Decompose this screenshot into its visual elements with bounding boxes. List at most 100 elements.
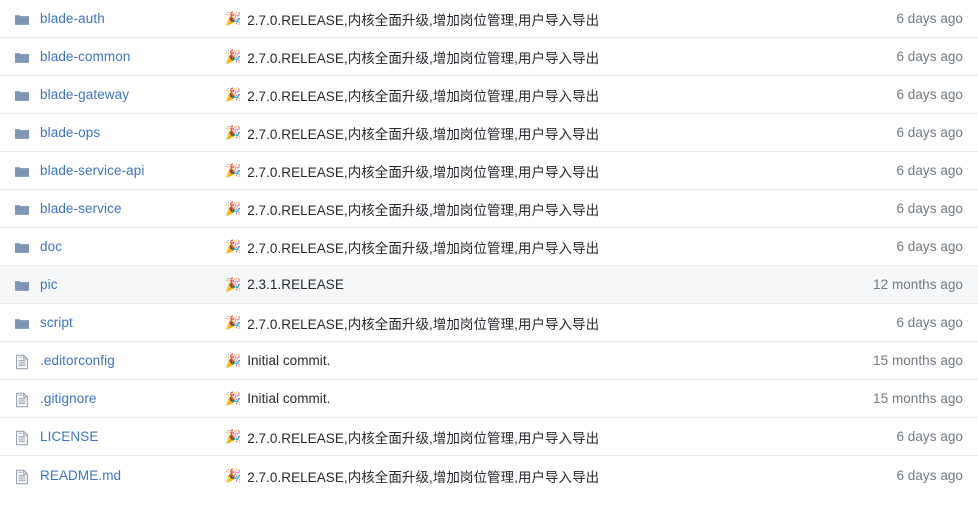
- file-name-link[interactable]: blade-gateway: [40, 87, 129, 102]
- file-name-cell: LICENSE: [0, 429, 225, 445]
- file-name-link[interactable]: .editorconfig: [40, 353, 115, 368]
- file-name-link[interactable]: blade-common: [40, 49, 131, 64]
- file-name-cell: blade-service-api: [0, 163, 225, 179]
- file-icon: [14, 392, 30, 408]
- commit-message-cell: 🎉 Initial commit.: [225, 391, 788, 406]
- file-list-row[interactable]: blade-service 🎉 2.7.0.RELEASE,内核全面升级,增加岗位管…: [0, 190, 978, 228]
- file-name-cell: .editorconfig: [0, 353, 225, 369]
- file-name-cell: script: [0, 315, 225, 331]
- commit-message-text[interactable]: 2.7.0.RELEASE,内核全面升级,增加岗位管理,用户导入导出: [247, 123, 599, 143]
- commit-message-cell: 🎉 2.3.1.RELEASE: [225, 277, 788, 292]
- party-popper-icon: 🎉: [225, 87, 242, 102]
- file-list-row[interactable]: README.md 🎉 2.7.0.RELEASE,内核全面升级,增加岗位管理,用户…: [0, 456, 978, 495]
- folder-icon: [14, 164, 30, 180]
- folder-icon: [14, 12, 30, 28]
- folder-icon: [14, 88, 30, 104]
- commit-message-text[interactable]: 2.7.0.RELEASE,内核全面升级,增加岗位管理,用户导入导出: [247, 237, 599, 257]
- file-list-row[interactable]: blade-ops 🎉 2.7.0.RELEASE,内核全面升级,增加岗位管理,用户…: [0, 114, 978, 152]
- file-list-row[interactable]: blade-gateway 🎉 2.7.0.RELEASE,内核全面升级,增加岗位管…: [0, 76, 978, 114]
- party-popper-icon: 🎉: [225, 468, 242, 483]
- commit-message-text[interactable]: 2.7.0.RELEASE,内核全面升级,增加岗位管理,用户导入导出: [247, 47, 599, 67]
- folder-icon: [14, 126, 30, 142]
- commit-message-text[interactable]: 2.3.1.RELEASE: [247, 277, 344, 292]
- commit-message-cell: 🎉 2.7.0.RELEASE,内核全面升级,增加岗位管理,用户导入导出: [225, 199, 788, 219]
- commit-message-text[interactable]: 2.7.0.RELEASE,内核全面升级,增加岗位管理,用户导入导出: [247, 199, 599, 219]
- party-popper-icon: 🎉: [225, 353, 242, 368]
- party-popper-icon: 🎉: [225, 429, 242, 444]
- file-name-link[interactable]: script: [40, 315, 73, 330]
- party-popper-icon: 🎉: [225, 163, 242, 178]
- file-list-row[interactable]: blade-auth 🎉 2.7.0.RELEASE,内核全面升级,增加岗位管理,用…: [0, 0, 978, 38]
- file-list-row[interactable]: LICENSE 🎉 2.7.0.RELEASE,内核全面升级,增加岗位管理,用户导入…: [0, 418, 978, 456]
- repository-file-list: blade-auth 🎉 2.7.0.RELEASE,内核全面升级,增加岗位管理,用…: [0, 0, 978, 495]
- commit-message-cell: 🎉 2.7.0.RELEASE,内核全面升级,增加岗位管理,用户导入导出: [225, 313, 788, 333]
- file-name-cell: README.md: [0, 468, 225, 484]
- commit-message-cell: 🎉 2.7.0.RELEASE,内核全面升级,增加岗位管理,用户导入导出: [225, 427, 788, 447]
- commit-message-cell: 🎉 2.7.0.RELEASE,内核全面升级,增加岗位管理,用户导入导出: [225, 123, 788, 143]
- commit-message-text[interactable]: Initial commit.: [247, 353, 330, 368]
- file-list-row[interactable]: pic 🎉 2.3.1.RELEASE 12 months ago: [0, 266, 978, 304]
- file-icon: [14, 354, 30, 370]
- commit-time: 6 days ago: [896, 429, 963, 444]
- commit-message-text[interactable]: 2.7.0.RELEASE,内核全面升级,增加岗位管理,用户导入导出: [247, 85, 599, 105]
- commit-message-cell: 🎉 2.7.0.RELEASE,内核全面升级,增加岗位管理,用户导入导出: [225, 237, 788, 257]
- commit-message-text[interactable]: 2.7.0.RELEASE,内核全面升级,增加岗位管理,用户导入导出: [247, 466, 599, 486]
- party-popper-icon: 🎉: [225, 315, 242, 330]
- party-popper-icon: 🎉: [225, 391, 242, 406]
- party-popper-icon: 🎉: [225, 239, 242, 254]
- commit-message-text[interactable]: 2.7.0.RELEASE,内核全面升级,增加岗位管理,用户导入导出: [247, 9, 599, 29]
- commit-message-cell: 🎉 2.7.0.RELEASE,内核全面升级,增加岗位管理,用户导入导出: [225, 9, 788, 29]
- file-icon: [14, 469, 30, 485]
- commit-time: 6 days ago: [896, 87, 963, 102]
- commit-message-text[interactable]: 2.7.0.RELEASE,内核全面升级,增加岗位管理,用户导入导出: [247, 313, 599, 333]
- file-name-link[interactable]: README.md: [40, 468, 121, 483]
- commit-time: 15 months ago: [873, 353, 963, 368]
- party-popper-icon: 🎉: [225, 49, 242, 64]
- file-list-row[interactable]: blade-service-api 🎉 2.7.0.RELEASE,内核全面升级,增…: [0, 152, 978, 190]
- file-name-cell: doc: [0, 239, 225, 255]
- file-name-cell: pic: [0, 277, 225, 293]
- commit-message-text[interactable]: 2.7.0.RELEASE,内核全面升级,增加岗位管理,用户导入导出: [247, 427, 599, 447]
- file-list-row[interactable]: .gitignore 🎉 Initial commit. 15 months ago: [0, 380, 978, 418]
- file-name-link[interactable]: doc: [40, 239, 62, 254]
- file-list-row[interactable]: doc 🎉 2.7.0.RELEASE,内核全面升级,增加岗位管理,用户导入导出 6 …: [0, 228, 978, 266]
- commit-message-cell: 🎉 Initial commit.: [225, 353, 788, 368]
- folder-icon: [14, 240, 30, 256]
- file-name-cell: blade-gateway: [0, 87, 225, 103]
- file-list-row[interactable]: blade-common 🎉 2.7.0.RELEASE,内核全面升级,增加岗位管理…: [0, 38, 978, 76]
- folder-icon: [14, 50, 30, 66]
- file-name-link[interactable]: pic: [40, 277, 58, 292]
- commit-time: 6 days ago: [896, 125, 963, 140]
- commit-message-cell: 🎉 2.7.0.RELEASE,内核全面升级,增加岗位管理,用户导入导出: [225, 466, 788, 486]
- commit-time: 12 months ago: [873, 277, 963, 292]
- file-icon: [14, 430, 30, 446]
- party-popper-icon: 🎉: [225, 11, 242, 26]
- folder-icon: [14, 316, 30, 332]
- folder-icon: [14, 278, 30, 294]
- commit-time: 6 days ago: [896, 11, 963, 26]
- file-list-row[interactable]: .editorconfig 🎉 Initial commit. 15 months a…: [0, 342, 978, 380]
- commit-message-cell: 🎉 2.7.0.RELEASE,内核全面升级,增加岗位管理,用户导入导出: [225, 161, 788, 181]
- file-list-row[interactable]: script 🎉 2.7.0.RELEASE,内核全面升级,增加岗位管理,用户导入导…: [0, 304, 978, 342]
- file-name-cell: blade-service: [0, 201, 225, 217]
- file-name-link[interactable]: blade-service-api: [40, 163, 145, 178]
- file-name-cell: blade-auth: [0, 11, 225, 27]
- commit-time: 6 days ago: [896, 163, 963, 178]
- file-name-cell: blade-common: [0, 49, 225, 65]
- commit-time: 6 days ago: [896, 239, 963, 254]
- commit-message-text[interactable]: 2.7.0.RELEASE,内核全面升级,增加岗位管理,用户导入导出: [247, 161, 599, 181]
- file-name-link[interactable]: blade-auth: [40, 11, 105, 26]
- commit-message-cell: 🎉 2.7.0.RELEASE,内核全面升级,增加岗位管理,用户导入导出: [225, 47, 788, 67]
- party-popper-icon: 🎉: [225, 201, 242, 216]
- file-name-link[interactable]: blade-ops: [40, 125, 100, 140]
- file-name-cell: .gitignore: [0, 391, 225, 407]
- commit-time: 6 days ago: [896, 315, 963, 330]
- file-name-cell: blade-ops: [0, 125, 225, 141]
- commit-message-text[interactable]: Initial commit.: [247, 391, 330, 406]
- party-popper-icon: 🎉: [225, 125, 242, 140]
- file-name-link[interactable]: .gitignore: [40, 391, 97, 406]
- file-name-link[interactable]: LICENSE: [40, 429, 98, 444]
- commit-time: 6 days ago: [896, 201, 963, 216]
- file-name-link[interactable]: blade-service: [40, 201, 122, 216]
- commit-time: 6 days ago: [896, 49, 963, 64]
